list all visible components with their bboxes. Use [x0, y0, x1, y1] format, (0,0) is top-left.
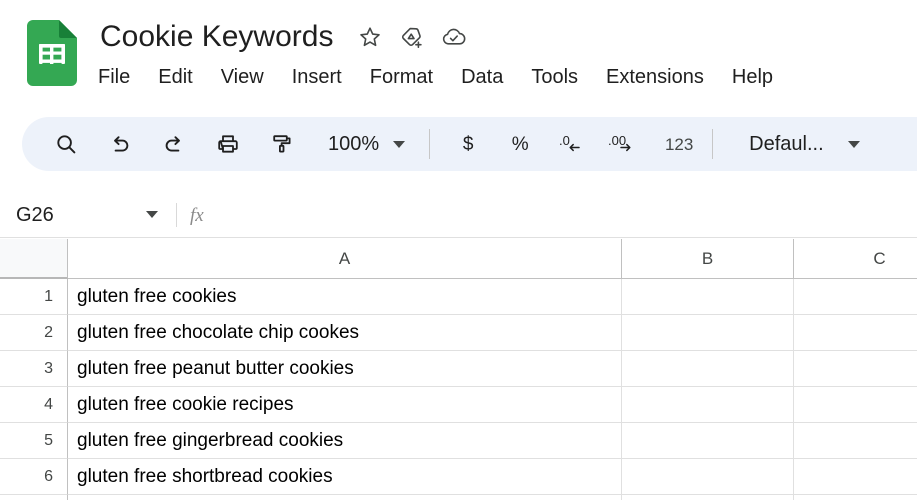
- fx-icon[interactable]: fx: [177, 192, 225, 238]
- undo-icon[interactable]: [100, 124, 140, 164]
- cell-a6[interactable]: gluten free shortbread cookies: [68, 459, 622, 495]
- svg-text:fx: fx: [190, 205, 204, 226]
- table-row: 6 gluten free shortbread cookies: [0, 459, 917, 495]
- toolbar-divider-1: [429, 129, 431, 159]
- percent-icon[interactable]: %: [500, 124, 540, 164]
- svg-text:.00: .00: [608, 133, 626, 148]
- table-row: 7: [0, 495, 917, 500]
- number-format-label: 123: [664, 134, 694, 154]
- cell-b6[interactable]: [622, 459, 794, 495]
- name-box[interactable]: G26: [0, 192, 176, 238]
- chevron-down-icon: [393, 140, 406, 148]
- menu-item-insert[interactable]: Insert: [292, 62, 342, 92]
- cell-a4[interactable]: gluten free cookie recipes: [68, 387, 622, 423]
- cloud-saved-icon[interactable]: [441, 24, 467, 50]
- spreadsheet-grid: A B C 1 gluten free cookies 2 gluten fre…: [0, 239, 917, 500]
- cell-c3[interactable]: [794, 351, 917, 387]
- move-to-drive-icon[interactable]: [399, 24, 425, 50]
- decrease-decimal-icon[interactable]: .0: [552, 124, 592, 164]
- percent-label: %: [511, 133, 529, 155]
- row-header[interactable]: 4: [0, 387, 68, 423]
- font-family-value: Defaul...: [749, 133, 824, 155]
- toolbar: 100% $ % .0 .00 123 Defaul...: [22, 117, 917, 171]
- column-header-row: A B C: [0, 239, 917, 279]
- row-header[interactable]: 3: [0, 351, 68, 387]
- header: Cookie Keywords File Edit View Insert Fo…: [0, 0, 917, 104]
- cell-b3[interactable]: [622, 351, 794, 387]
- cell-c4[interactable]: [794, 387, 917, 423]
- google-sheets-window: Cookie Keywords File Edit View Insert Fo…: [0, 0, 917, 500]
- cell-a5[interactable]: gluten free gingerbread cookies: [68, 423, 622, 459]
- table-row: 2 gluten free chocolate chip cookes: [0, 315, 917, 351]
- menu-bar: File Edit View Insert Format Data Tools …: [98, 60, 773, 94]
- currency-label: $: [462, 133, 474, 155]
- zoom-control[interactable]: 100%: [314, 124, 413, 164]
- star-icon[interactable]: [357, 24, 383, 50]
- title-row: Cookie Keywords: [100, 14, 467, 60]
- cell-b7[interactable]: [622, 495, 794, 500]
- menu-item-tools[interactable]: Tools: [531, 62, 578, 92]
- cell-a1[interactable]: gluten free cookies: [68, 279, 622, 315]
- table-row: 3 gluten free peanut butter cookies: [0, 351, 917, 387]
- menu-item-file[interactable]: File: [98, 62, 130, 92]
- cell-b4[interactable]: [622, 387, 794, 423]
- menu-item-data[interactable]: Data: [461, 62, 503, 92]
- row-header[interactable]: 2: [0, 315, 68, 351]
- cell-c1[interactable]: [794, 279, 917, 315]
- search-icon[interactable]: [46, 124, 86, 164]
- table-row: 5 gluten free gingerbread cookies: [0, 423, 917, 459]
- cell-a7[interactable]: [68, 495, 622, 500]
- table-row: 4 gluten free cookie recipes: [0, 387, 917, 423]
- svg-text:.0: .0: [559, 133, 570, 148]
- formula-bar: G26 fx: [0, 192, 917, 238]
- row-header[interactable]: 7: [0, 495, 68, 500]
- name-box-value: G26: [16, 203, 54, 226]
- cell-c2[interactable]: [794, 315, 917, 351]
- select-all-corner[interactable]: [0, 239, 68, 279]
- cell-c6[interactable]: [794, 459, 917, 495]
- title-icon-group: [357, 24, 467, 50]
- formula-input[interactable]: [225, 192, 917, 238]
- cell-b1[interactable]: [622, 279, 794, 315]
- menu-item-format[interactable]: Format: [370, 62, 433, 92]
- menu-item-view[interactable]: View: [221, 62, 264, 92]
- increase-decimal-icon[interactable]: .00: [604, 124, 644, 164]
- cell-b2[interactable]: [622, 315, 794, 351]
- font-family-control[interactable]: Defaul...: [735, 124, 865, 164]
- print-icon[interactable]: [208, 124, 248, 164]
- menu-item-edit[interactable]: Edit: [158, 62, 192, 92]
- chevron-down-icon: [847, 140, 860, 148]
- table-row: 1 gluten free cookies: [0, 279, 917, 315]
- row-header[interactable]: 5: [0, 423, 68, 459]
- toolbar-divider-2: [712, 129, 714, 159]
- row-header[interactable]: 1: [0, 279, 68, 315]
- cell-a2[interactable]: gluten free chocolate chip cookes: [68, 315, 622, 351]
- cell-a3[interactable]: gluten free peanut butter cookies: [68, 351, 622, 387]
- cell-b5[interactable]: [622, 423, 794, 459]
- menu-item-help[interactable]: Help: [732, 62, 773, 92]
- column-header-b[interactable]: B: [622, 239, 794, 279]
- row-header[interactable]: 6: [0, 459, 68, 495]
- currency-icon[interactable]: $: [448, 124, 488, 164]
- cell-c5[interactable]: [794, 423, 917, 459]
- column-header-a[interactable]: A: [68, 239, 622, 279]
- zoom-value: 100%: [328, 133, 380, 155]
- column-header-c[interactable]: C: [794, 239, 917, 279]
- google-sheets-logo[interactable]: [27, 20, 77, 86]
- paint-format-icon[interactable]: [262, 124, 302, 164]
- cell-c7[interactable]: [794, 495, 917, 500]
- menu-item-extensions[interactable]: Extensions: [606, 62, 704, 92]
- number-format-icon[interactable]: 123: [656, 124, 702, 164]
- redo-icon[interactable]: [154, 124, 194, 164]
- document-title[interactable]: Cookie Keywords: [100, 19, 333, 55]
- chevron-down-icon[interactable]: [146, 211, 158, 218]
